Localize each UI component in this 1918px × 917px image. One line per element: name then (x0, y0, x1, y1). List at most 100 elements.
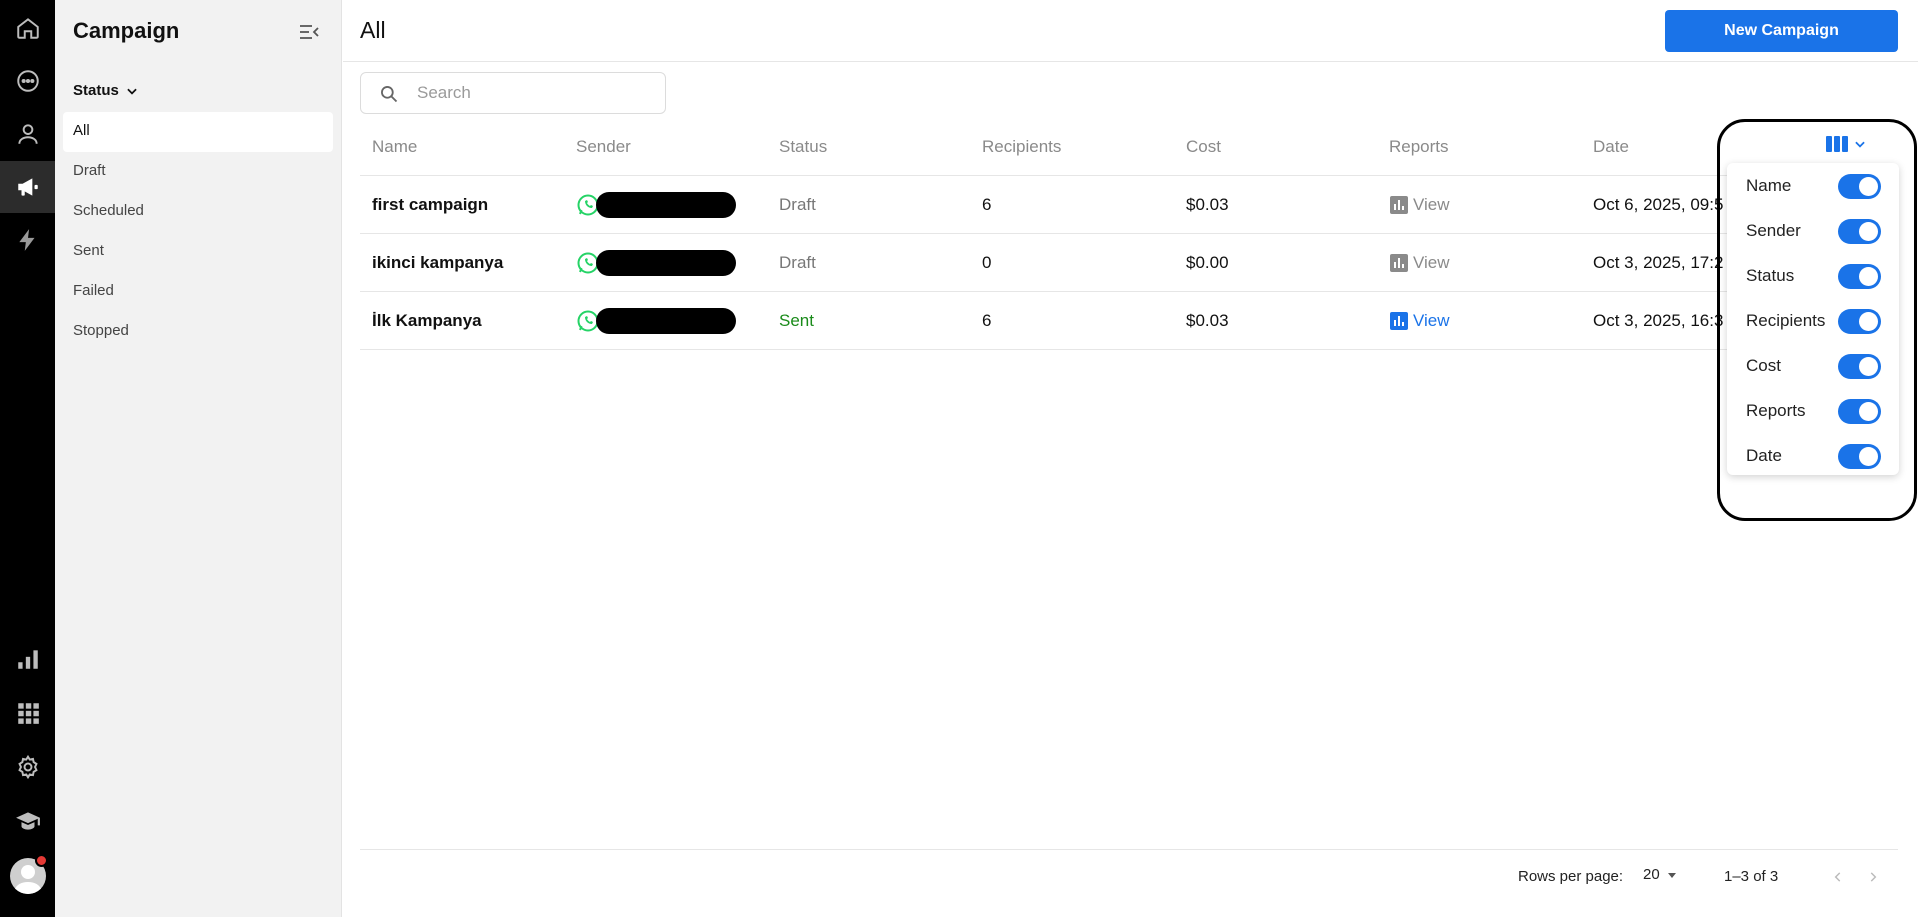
sidebar-item-scheduled[interactable]: Scheduled (63, 192, 333, 232)
home-button[interactable] (0, 2, 55, 54)
apps-grid-icon (17, 703, 39, 724)
academy-button[interactable] (0, 795, 55, 847)
cost-value: $0.03 (1186, 194, 1229, 214)
sender-cell (576, 292, 736, 349)
column-option-cost[interactable]: Cost (1727, 343, 1899, 388)
column-header-reports[interactable]: Reports (1389, 118, 1449, 175)
chat-icon (16, 70, 39, 92)
caret-down-icon (1667, 872, 1676, 878)
main-content: All New Campaign Name Sender Status Reci… (343, 0, 1918, 917)
gear-icon (17, 754, 38, 780)
pagination-range: 1–3 of 3 (1724, 868, 1779, 885)
report-chart-icon (1390, 195, 1408, 214)
column-visibility-menu: Name Sender Status Recipients Cost Repor… (1727, 163, 1899, 475)
date-value: Oct 3, 2025, 17:2 (1593, 252, 1724, 272)
sidebar-item-sent[interactable]: Sent (63, 232, 333, 272)
toggle-switch[interactable] (1838, 309, 1881, 334)
column-option-label: Recipients (1746, 310, 1826, 330)
campaign-button[interactable] (0, 161, 55, 213)
column-option-reports[interactable]: Reports (1727, 388, 1899, 433)
status-badge: Draft (779, 252, 816, 272)
sidebar-item-failed[interactable]: Failed (63, 272, 333, 312)
rows-per-page-value: 20 (1643, 866, 1660, 883)
redacted-sender (596, 191, 736, 218)
sidebar-item-draft[interactable]: Draft (63, 152, 333, 192)
collapse-sidebar-icon[interactable] (297, 20, 321, 44)
rows-per-page-select[interactable]: 20 (1643, 866, 1678, 883)
view-report-link[interactable]: View (1389, 311, 1450, 331)
view-link-label: View (1413, 194, 1450, 214)
toggle-switch[interactable] (1838, 174, 1881, 199)
chevron-right-icon (1870, 872, 1877, 882)
toggle-switch[interactable] (1838, 399, 1881, 424)
view-report-link[interactable]: View (1389, 195, 1450, 215)
new-campaign-button[interactable]: New Campaign (1665, 10, 1898, 52)
column-header-recipients[interactable]: Recipients (982, 118, 1061, 175)
rows-per-page-label: Rows per page: (1518, 868, 1624, 885)
toggle-switch[interactable] (1838, 354, 1881, 379)
column-option-sender[interactable]: Sender (1727, 208, 1899, 253)
table-footer-divider (360, 849, 1898, 850)
campaign-name[interactable]: İlk Kampanya (372, 292, 482, 349)
toggle-switch[interactable] (1838, 444, 1881, 469)
apps-button[interactable] (0, 687, 55, 739)
inbox-button[interactable] (0, 55, 55, 107)
status-badge: Sent (779, 310, 814, 330)
recipients-count: 0 (982, 252, 992, 272)
home-icon (16, 18, 39, 39)
table-row[interactable]: ikinci kampanya Draft 0 $0.00 View Oct 3… (360, 234, 1898, 292)
reports-button[interactable] (0, 633, 55, 685)
notification-dot (35, 854, 48, 867)
report-chart-icon (1390, 253, 1408, 272)
table-row[interactable]: İlk Kampanya Sent 6 $0.03 View Oct 3, 20… (360, 292, 1898, 350)
column-option-label: Date (1746, 445, 1782, 465)
cost-value: $0.03 (1186, 310, 1229, 330)
campaign-name[interactable]: ikinci kampanya (372, 234, 503, 291)
toggle-switch[interactable] (1838, 219, 1881, 244)
column-header-status[interactable]: Status (779, 118, 827, 175)
view-report-link[interactable]: View (1389, 253, 1450, 273)
column-header-name[interactable]: Name (372, 118, 417, 175)
column-option-date[interactable]: Date (1727, 433, 1899, 478)
contacts-button[interactable] (0, 108, 55, 160)
report-cell: View (1389, 176, 1450, 233)
settings-button[interactable] (0, 741, 55, 793)
megaphone-icon (17, 178, 38, 196)
column-header-sender[interactable]: Sender (576, 118, 631, 175)
status-filter-toggle[interactable]: Status (73, 82, 139, 99)
automation-button[interactable] (0, 214, 55, 266)
view-link-label: View (1413, 310, 1450, 330)
graduation-cap-icon (15, 812, 40, 830)
campaign-sidebar: Campaign Status All Draft Scheduled Sent… (55, 0, 342, 917)
status-filter-list: All Draft Scheduled Sent Failed Stopped (63, 112, 333, 352)
table-row[interactable]: first campaign Draft 6 $0.03 View Oct 6,… (360, 176, 1898, 234)
status-badge: Draft (779, 194, 816, 214)
chevron-down-icon (127, 88, 137, 95)
column-option-label: Status (1746, 265, 1795, 285)
contacts-icon (17, 124, 38, 144)
previous-page-button[interactable] (1827, 866, 1849, 888)
status-filter-label: Status (73, 82, 119, 99)
recipients-count: 6 (982, 310, 992, 330)
search-input[interactable] (417, 81, 657, 105)
toggle-switch[interactable] (1838, 264, 1881, 289)
column-option-recipients[interactable]: Recipients (1727, 298, 1899, 343)
redacted-sender (596, 249, 736, 276)
next-page-button[interactable] (1862, 866, 1884, 888)
column-option-name[interactable]: Name (1727, 163, 1899, 208)
chevron-down-icon (1855, 141, 1865, 148)
icon-rail (0, 0, 55, 917)
column-option-label: Cost (1746, 355, 1781, 375)
column-header-cost[interactable]: Cost (1186, 118, 1221, 175)
column-visibility-toggle[interactable] (1825, 133, 1873, 155)
sidebar-item-all[interactable]: All (63, 112, 333, 152)
column-option-status[interactable]: Status (1727, 253, 1899, 298)
campaign-name[interactable]: first campaign (372, 176, 488, 233)
campaign-table: Name Sender Status Recipients Cost Repor… (360, 118, 1898, 350)
sidebar-item-stopped[interactable]: Stopped (63, 312, 333, 352)
chevron-left-icon (1834, 872, 1841, 882)
recipients-count: 6 (982, 194, 992, 214)
column-header-date[interactable]: Date (1593, 118, 1733, 175)
page-title: All (360, 17, 386, 43)
bar-chart-icon (17, 650, 38, 669)
